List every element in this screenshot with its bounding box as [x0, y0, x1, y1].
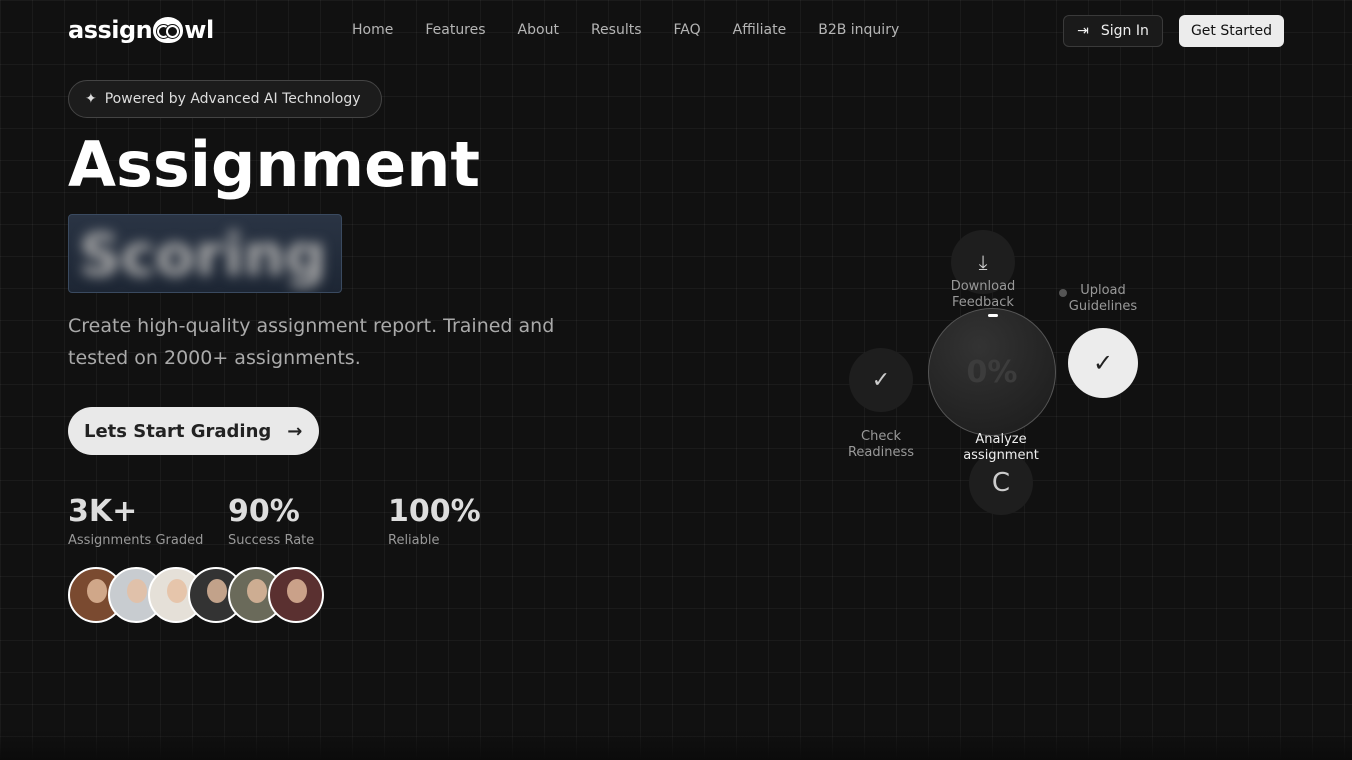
logo-text: wl: [184, 16, 214, 44]
stat-label: Reliable: [388, 533, 440, 548]
nav-features[interactable]: Features: [425, 22, 485, 38]
sign-in-icon: ⇥: [1077, 23, 1089, 39]
sign-in-label: Sign In: [1100, 23, 1149, 39]
loading-icon: C: [991, 468, 1011, 498]
badge-text: Powered by Advanced AI Technology: [104, 91, 361, 107]
check-circle-icon: ✓: [871, 367, 891, 393]
progress-marker: [988, 314, 998, 317]
stat-label: Assignments Graded: [68, 533, 204, 548]
nav-faq[interactable]: FAQ: [674, 22, 701, 38]
user-avatars: [68, 567, 324, 623]
stat-value: 90%: [228, 494, 300, 529]
avatar: [268, 567, 324, 623]
hero-description: Create high-quality assignment report. T…: [68, 315, 555, 369]
stat-value: 3K+: [68, 494, 138, 529]
rotating-word-text: Scoring: [79, 221, 327, 289]
analyze-label: Analyze assignment: [963, 432, 1039, 463]
stat-graded: 3K+ Assignments Graded: [68, 494, 203, 548]
bottom-fade: [0, 730, 1352, 760]
cta-label: Lets Start Grading: [84, 420, 272, 442]
check-label: Check Readiness: [847, 429, 915, 460]
stat-reliable: 100% Reliable: [388, 494, 481, 548]
ai-badge: ✦ Powered by Advanced AI Technology: [68, 80, 382, 118]
check-step[interactable]: ✓: [849, 348, 913, 412]
nav-about[interactable]: About: [518, 22, 559, 38]
nav-b2b[interactable]: B2B inquiry: [818, 22, 899, 38]
owl-icon: [153, 17, 184, 43]
nav-affiliate[interactable]: Affiliate: [733, 22, 787, 38]
sign-in-button[interactable]: ⇥ Sign In: [1063, 15, 1163, 47]
hero-title: Assignment: [68, 128, 480, 201]
upload-step[interactable]: ✓: [1068, 328, 1138, 398]
nav-results[interactable]: Results: [591, 22, 642, 38]
main-nav: Home Features About Results FAQ Affiliat…: [352, 22, 899, 38]
check-circle-icon: ✓: [1092, 349, 1114, 377]
stat-label: Success Rate: [228, 533, 315, 548]
rotating-word: Scoring: [68, 214, 342, 293]
nav-home[interactable]: Home: [352, 22, 393, 38]
logo-text: assign: [68, 16, 153, 44]
upload-label: Upload Guidelines: [1068, 283, 1138, 314]
arrow-right-icon: →: [287, 420, 303, 442]
download-label: Download Feedback: [950, 279, 1016, 310]
get-started-button[interactable]: Get Started: [1179, 15, 1284, 47]
stat-value: 100%: [388, 494, 481, 529]
progress-circle: 0%: [928, 308, 1056, 436]
sparkles-icon: ✦: [85, 91, 97, 107]
logo[interactable]: assign wl: [68, 16, 214, 44]
stat-success: 90% Success Rate: [228, 494, 314, 548]
progress-value: 0%: [966, 354, 1018, 390]
download-icon: ⤓: [978, 250, 988, 274]
start-grading-button[interactable]: Lets Start Grading →: [68, 407, 319, 455]
